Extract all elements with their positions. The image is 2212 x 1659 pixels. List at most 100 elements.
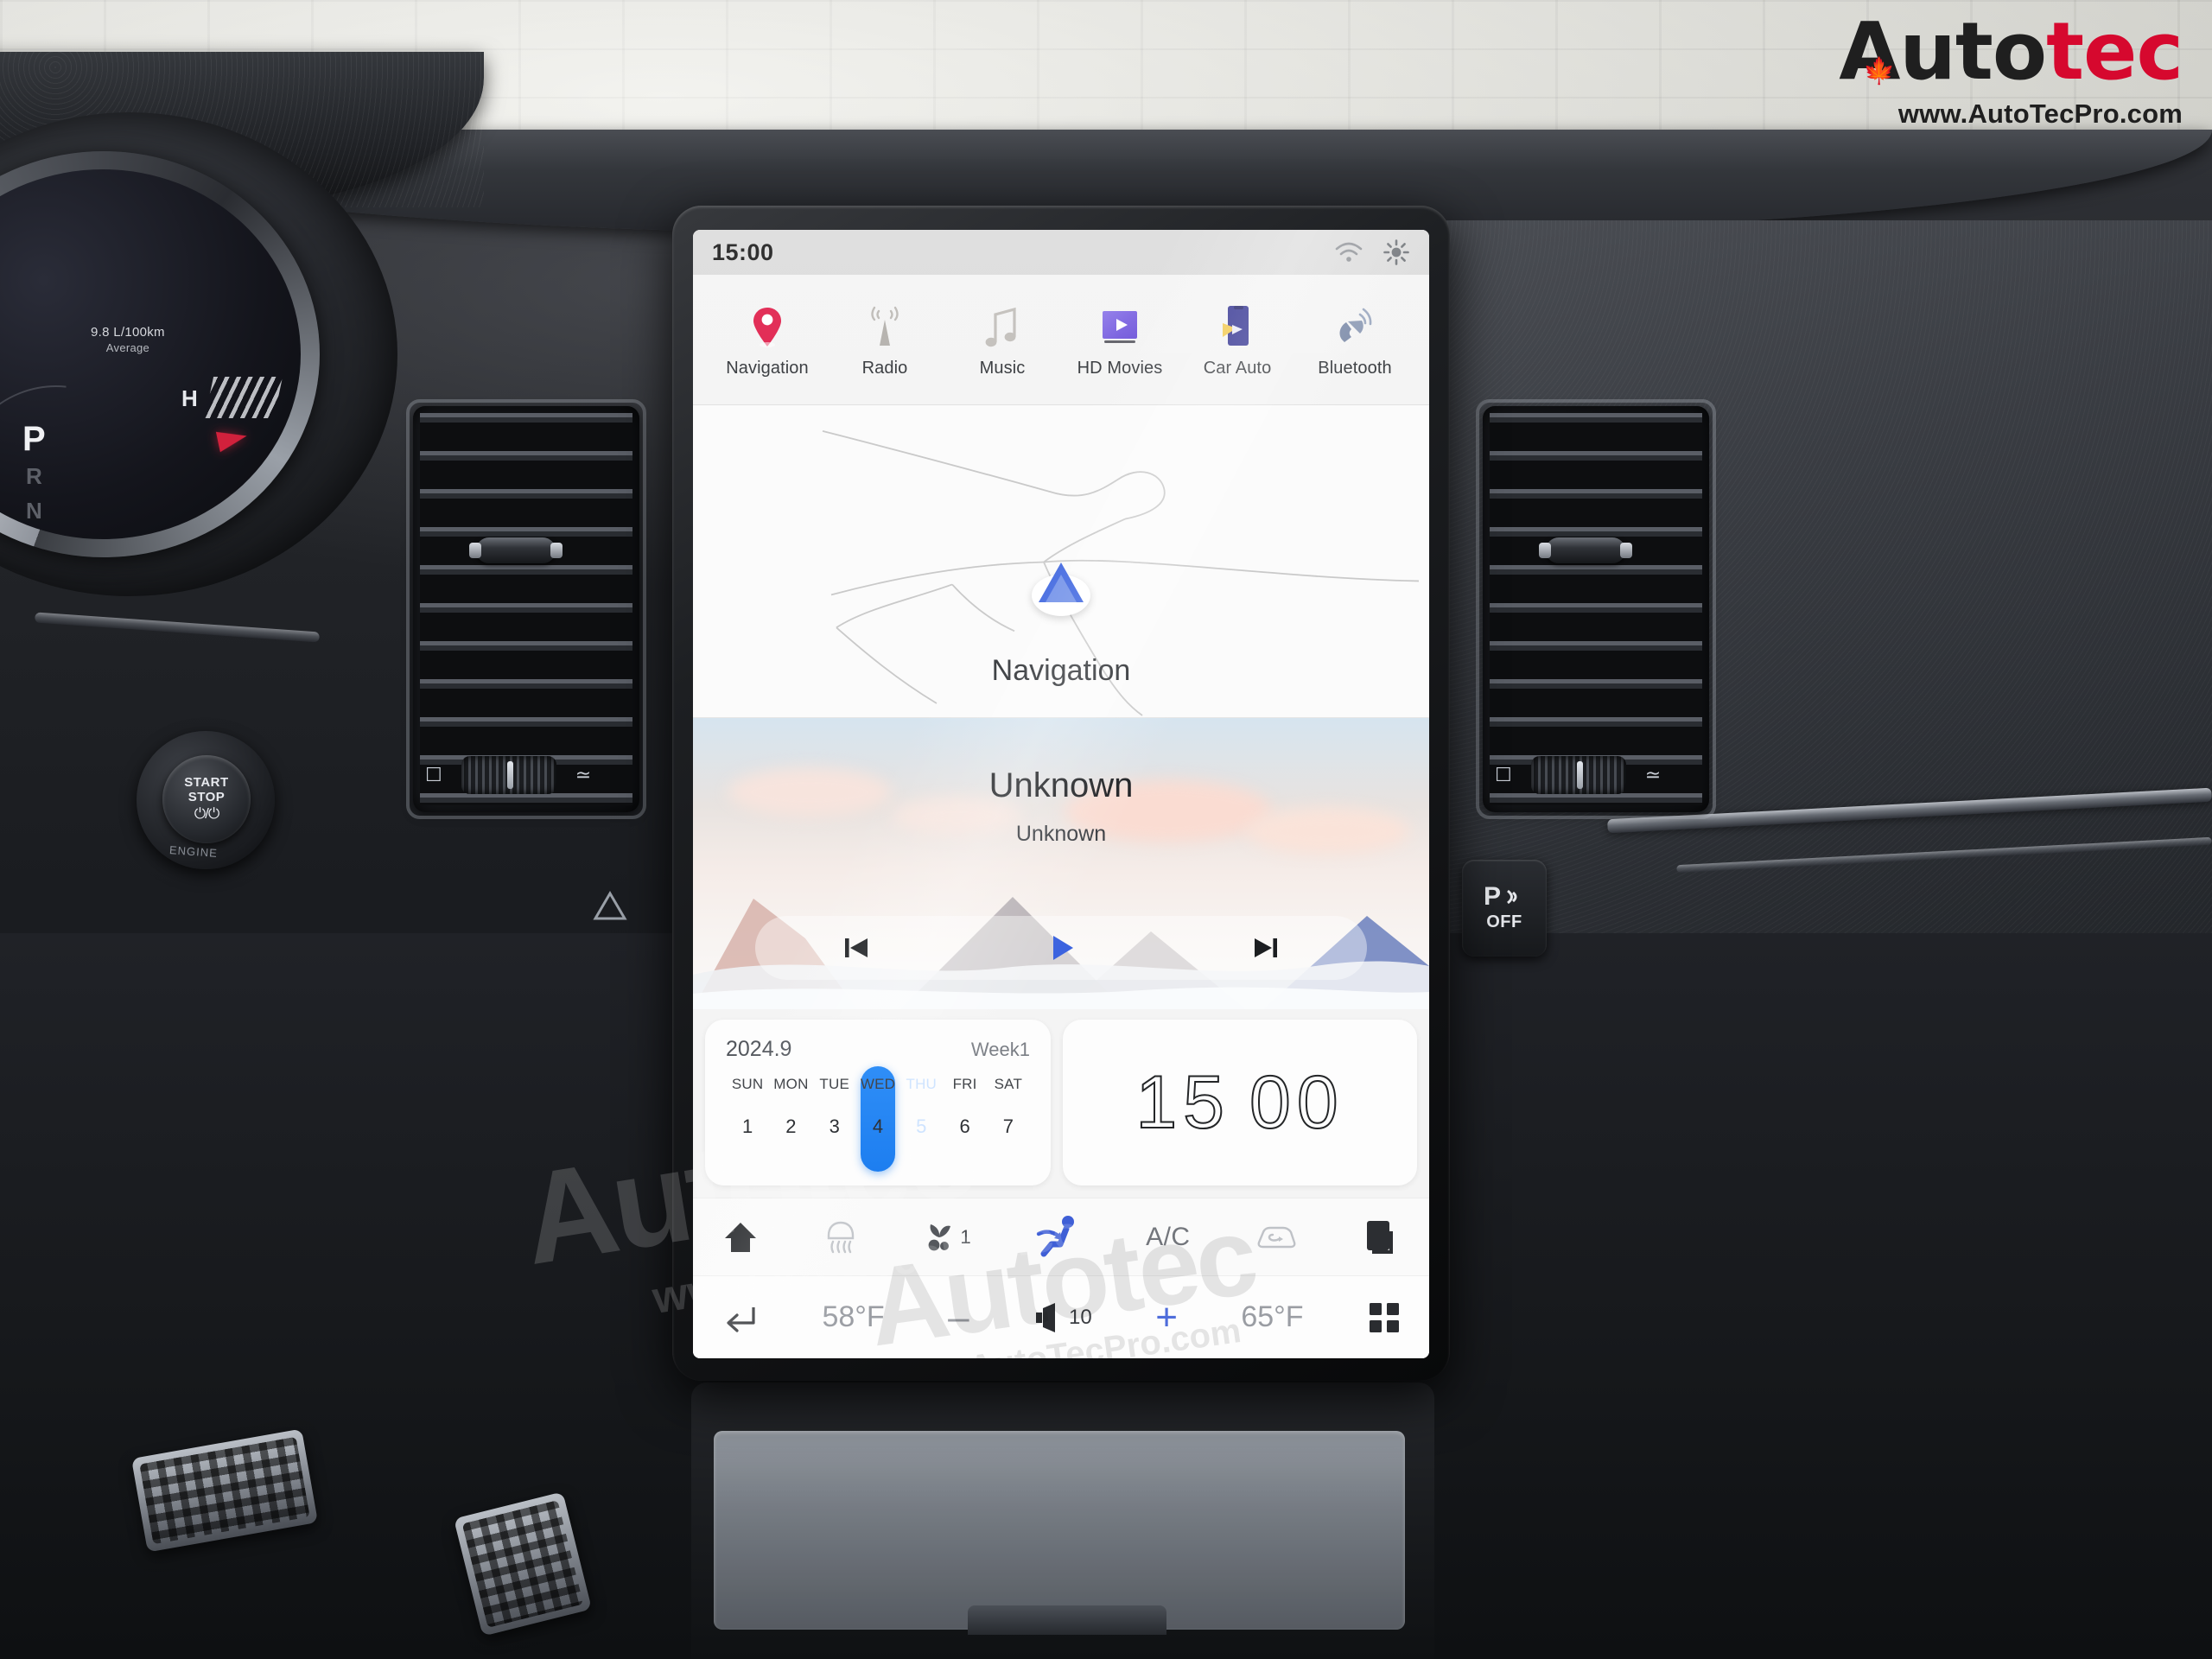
music-player-card[interactable]: Unknown Unknown <box>693 717 1429 1009</box>
clock-widget[interactable]: 15 00 <box>1063 1020 1417 1185</box>
temp-slider-right[interactable] <box>1530 756 1626 794</box>
calendar-date-selected[interactable]: 5 <box>899 1116 943 1138</box>
temperature-decrease-button[interactable]: – <box>948 1298 969 1337</box>
calendar-day-name: SAT <box>994 1076 1023 1092</box>
air-vent-left[interactable] <box>413 406 639 812</box>
fan-speed-icon <box>929 1224 951 1250</box>
passenger-temperature[interactable]: 65°F <box>1241 1300 1303 1334</box>
calendar-header: 2024.9 Week1 <box>726 1037 1030 1062</box>
stop-label: STOP <box>188 790 226 804</box>
navigation-card[interactable]: Navigation <box>693 404 1429 717</box>
head-unit-bezel: 15:00 Navigation Radio Music HD Movies C… <box>672 206 1450 1381</box>
calendar-day-name: MON <box>773 1076 809 1092</box>
app-hd-movies[interactable]: HD Movies <box>1068 301 1172 378</box>
gear-indicator-active: P <box>22 420 46 458</box>
park-assist-p-label: P <box>1483 882 1501 911</box>
app-music[interactable]: Music <box>950 301 1054 378</box>
brightness-sun-icon[interactable] <box>1382 238 1410 266</box>
head-unit-screen[interactable]: 15:00 Navigation Radio Music HD Movies C… <box>693 230 1429 1358</box>
center-console-silver-plate <box>714 1431 1405 1630</box>
maple-leaf-icon: 🍁 <box>1863 56 1895 86</box>
calendar-date[interactable]: 4 <box>856 1116 899 1138</box>
app-radio[interactable]: Radio <box>833 301 937 378</box>
ac-icon[interactable]: A/C <box>1146 1223 1191 1252</box>
vent-slats-right <box>1490 413 1702 805</box>
skip-next-icon[interactable] <box>1249 931 1283 965</box>
hazard-light-icon[interactable] <box>593 890 627 921</box>
park-assist-off-button[interactable]: P OFF <box>1462 860 1547 957</box>
rear-defrost-icon[interactable] <box>1362 1217 1400 1257</box>
defrost-hard-icon[interactable]: ☐ <box>425 764 442 786</box>
calendar-day-name: TUE <box>819 1076 849 1092</box>
calendar-year-month: 2024.9 <box>726 1037 792 1061</box>
status-bar-indicators <box>1334 238 1410 266</box>
calendar-day-name: SUN <box>731 1076 764 1092</box>
home-icon[interactable] <box>722 1219 759 1255</box>
seat-airflow-icon[interactable] <box>1034 1213 1083 1262</box>
console-storage-slot <box>968 1605 1166 1635</box>
hard-controls-left: ☐ ≃ <box>425 756 591 794</box>
music-transport-controls <box>755 916 1367 980</box>
cluster-gauge-arc <box>0 385 67 539</box>
apps-grid-icon[interactable] <box>1367 1300 1402 1335</box>
back-arrow-icon[interactable] <box>721 1300 759 1335</box>
app-label-music: Music <box>979 359 1026 378</box>
car-auto-phone-icon <box>1220 301 1255 349</box>
start-stop-engine-button[interactable]: START STOP ⏻/⏻ <box>162 755 251 843</box>
screenshot-root: 9.8 L/100km Average H P R N START STOP ⏻… <box>0 0 2212 1659</box>
airflow-hard-icon[interactable]: ≃ <box>575 764 591 786</box>
widgets-row: 2024.9 Week1 SUN MON TUE WED THU FRI SAT… <box>693 1009 1429 1198</box>
temperature-increase-button[interactable]: + <box>1155 1298 1178 1337</box>
app-shortcut-row: Navigation Radio Music HD Movies Car Aut… <box>693 275 1429 404</box>
calendar-widget[interactable]: 2024.9 Week1 SUN MON TUE WED THU FRI SAT… <box>705 1020 1051 1185</box>
temp-slider-left[interactable] <box>461 756 556 794</box>
clock-hours: 15 <box>1135 1060 1230 1145</box>
temp-gauge-h-label: H <box>181 385 198 411</box>
navigation-arrow-icon <box>1039 563 1084 602</box>
clock-minutes: 00 <box>1249 1060 1344 1145</box>
volume-indicator[interactable]: 10 <box>1033 1302 1092 1332</box>
fuel-consumption-label: Average <box>105 341 150 354</box>
play-icon[interactable] <box>1042 929 1080 967</box>
airflow-hard-icon-right[interactable]: ≃ <box>1645 764 1661 786</box>
app-label-hd-movies: HD Movies <box>1077 359 1163 378</box>
fuel-consumption-readout: 9.8 L/100km Average <box>91 325 165 354</box>
volume-level: 10 <box>1069 1305 1092 1329</box>
calendar-date[interactable]: 6 <box>943 1116 986 1138</box>
calendar-date[interactable]: 1 <box>726 1116 769 1138</box>
defrost-hard-icon-right[interactable]: ☐ <box>1495 764 1512 786</box>
app-car-auto[interactable]: Car Auto <box>1185 301 1289 378</box>
video-play-icon <box>1098 301 1141 349</box>
fan-speed-control[interactable]: 1 <box>923 1220 971 1255</box>
front-defrost-icon[interactable] <box>822 1218 860 1256</box>
autotec-wordmark: Autotec 🍁 <box>1839 12 2183 92</box>
hard-controls-right: ☐ ≃ <box>1495 756 1661 794</box>
music-track-artist: Unknown <box>1015 822 1107 846</box>
driver-temperature[interactable]: 58°F <box>822 1300 884 1334</box>
app-label-navigation: Navigation <box>726 359 809 378</box>
radio-antenna-icon <box>864 301 906 349</box>
vent-adjuster-left[interactable] <box>469 537 563 563</box>
power-symbol-icon: ⏻/⏻ <box>194 804 220 822</box>
calendar-date[interactable]: 7 <box>987 1116 1030 1138</box>
bottom-bar: 58°F – 10 + 65°F <box>693 1275 1429 1358</box>
calendar-date[interactable]: 2 <box>769 1116 812 1138</box>
app-label-radio: Radio <box>861 359 908 378</box>
app-navigation[interactable]: Navigation <box>715 301 819 378</box>
fuel-consumption-value: 9.8 L/100km <box>91 325 165 340</box>
vent-slats-left <box>420 413 632 805</box>
air-vent-right[interactable] <box>1483 406 1709 812</box>
calendar-date[interactable]: 3 <box>813 1116 856 1138</box>
status-bar-clock: 15:00 <box>712 238 774 265</box>
app-label-car-auto: Car Auto <box>1203 359 1272 378</box>
fan-speed-value: 1 <box>960 1225 971 1248</box>
gear-indicator-r: R <box>26 463 42 489</box>
skip-previous-icon[interactable] <box>839 931 874 965</box>
app-bluetooth[interactable]: Bluetooth <box>1303 301 1407 378</box>
air-recirculation-icon[interactable] <box>1254 1220 1299 1255</box>
vent-adjuster-right[interactable] <box>1539 537 1633 563</box>
calendar-grid: SUN MON TUE WED THU FRI SAT 1 2 3 4 5 6 … <box>726 1076 1030 1138</box>
music-note-icon <box>983 301 1021 349</box>
logo-text-tec: tec <box>2046 5 2183 98</box>
wifi-icon[interactable] <box>1334 241 1363 264</box>
